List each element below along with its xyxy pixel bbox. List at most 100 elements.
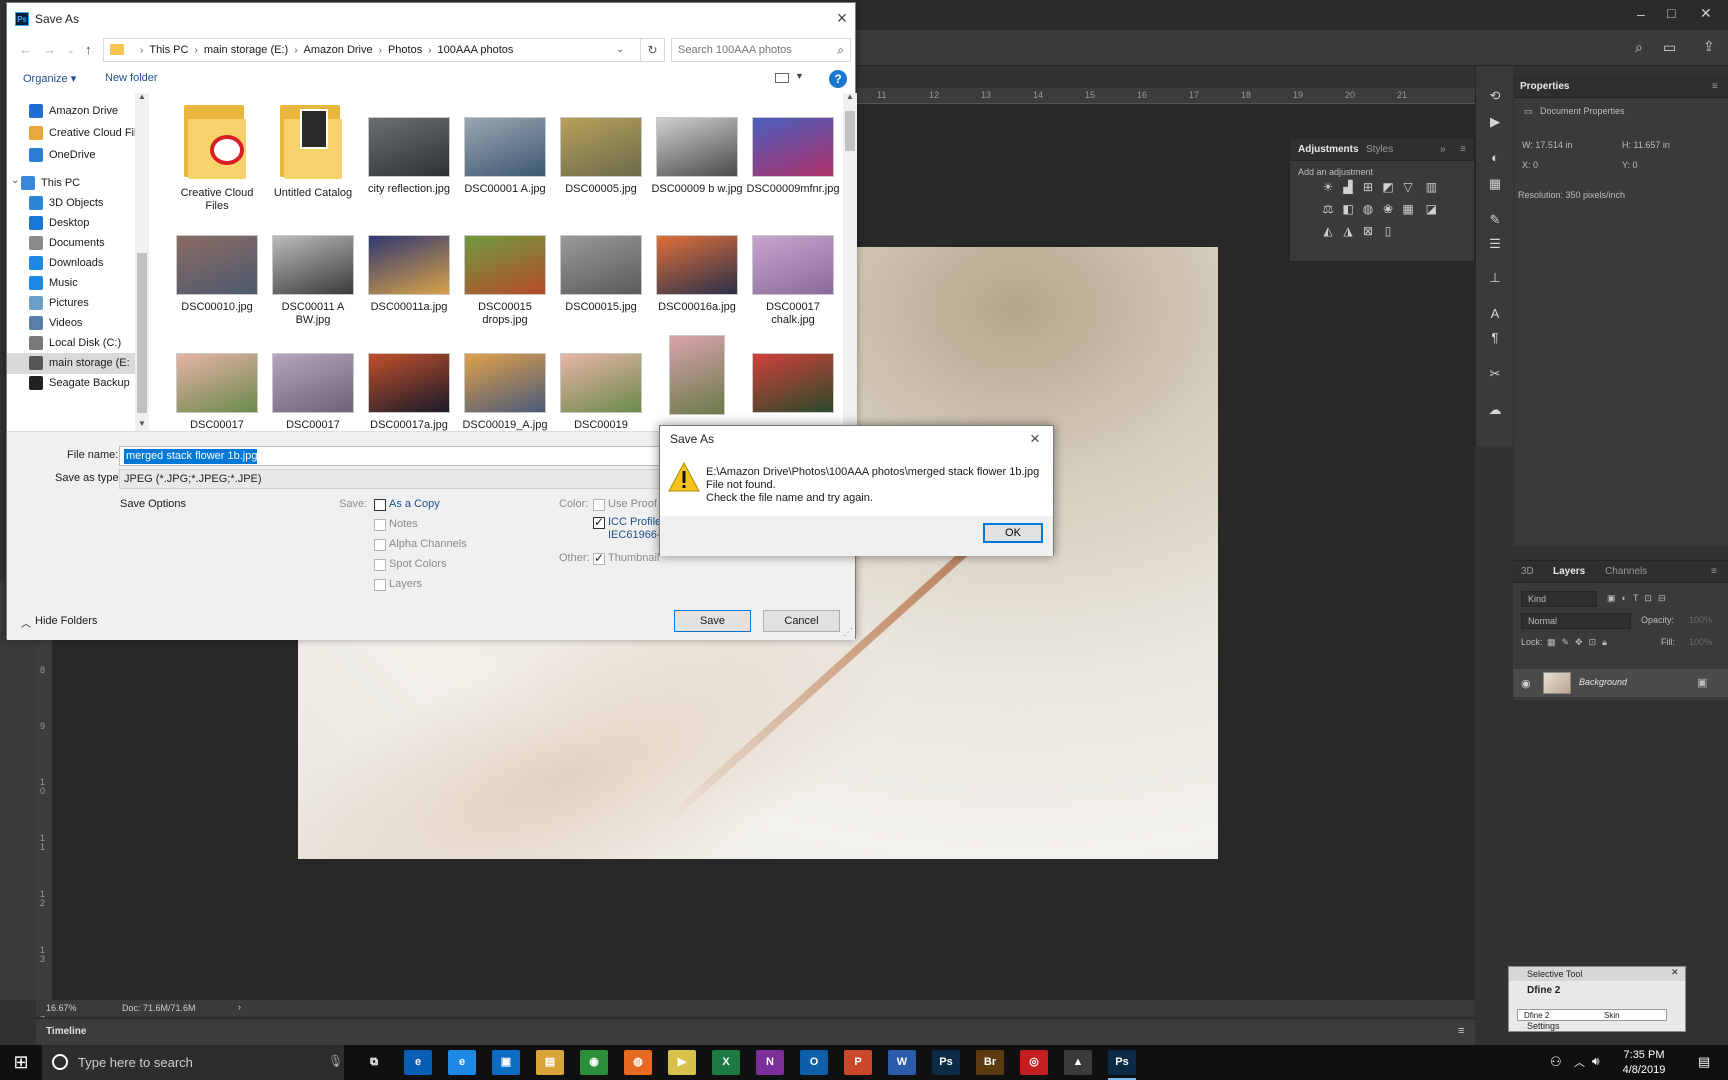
tab-styles[interactable]: Styles [1366, 144, 1393, 155]
menu-icon[interactable]: ≡ [1460, 144, 1466, 155]
volume-icon[interactable]: 🔊︎ [1592, 1054, 1600, 1069]
nav-item-pictures[interactable]: Pictures [7, 293, 135, 314]
up-arrow-icon[interactable]: ↑ [85, 42, 92, 57]
menu-icon[interactable]: ≡ [1712, 81, 1718, 92]
checkbox-alpha-channels[interactable] [374, 539, 386, 551]
search-input[interactable] [672, 39, 822, 61]
chevron-up-icon[interactable]: ︿ [1574, 1054, 1585, 1070]
save-button[interactable]: Save [674, 610, 751, 632]
nav-item-creative-cloud-fil[interactable]: Creative Cloud Fil [7, 123, 135, 144]
checkbox-as-a-copy[interactable] [374, 499, 386, 511]
scroll-down-icon[interactable]: ▼ [138, 419, 146, 428]
tab-adjustments[interactable]: Adjustments [1298, 144, 1359, 155]
exposure-icon[interactable]: ◩ [1379, 180, 1397, 196]
folder-item[interactable]: Untitled Catalog [265, 99, 361, 200]
breadcrumb-separator-icon[interactable]: › [428, 45, 431, 56]
y-value[interactable]: Y: 0 [1622, 160, 1638, 170]
x-value[interactable]: X: 0 [1522, 160, 1538, 170]
microphone-icon[interactable]: 🎙︎ [328, 1054, 343, 1068]
file-scrollbar[interactable]: ▲ [843, 92, 857, 431]
search-icon[interactable]: ⌕ [1635, 39, 1643, 56]
posterize-icon[interactable]: ◭ [1319, 224, 1337, 240]
dfine-item[interactable]: Dfine 2 [1527, 985, 1560, 996]
search-icon[interactable]: ⌕ [837, 43, 844, 58]
file-item[interactable]: DSC00011 A BW.jpg [265, 235, 361, 327]
layer-name[interactable]: Background [1579, 677, 1627, 687]
play-icon[interactable]: ▶ [1487, 114, 1503, 130]
height-value[interactable]: H: 11.657 in [1622, 140, 1670, 150]
nav-item-this-pc[interactable]: ⌄ This PC [7, 173, 135, 194]
swatches-icon[interactable]: ▦ [1487, 176, 1503, 192]
file-item[interactable]: DSC00001 A.jpg [457, 117, 553, 196]
breadcrumb-item[interactable]: main storage (E:) [204, 44, 288, 56]
file-item[interactable]: DSC00017 [169, 353, 265, 431]
breadcrumb-item[interactable]: Amazon Drive [304, 44, 373, 56]
brush-icon[interactable]: ✎ [1487, 212, 1503, 228]
lock-icons[interactable]: ▦✎✥⊡🔒︎ [1547, 637, 1613, 648]
scroll-thumb[interactable] [137, 253, 147, 413]
taskbar-app-icon[interactable]: Ps [932, 1050, 960, 1075]
nav-item-music[interactable]: Music [7, 273, 135, 294]
taskbar-app-icon[interactable]: ◎ [1020, 1050, 1048, 1075]
taskbar-app-icon[interactable]: ◉ [580, 1050, 608, 1075]
hue-icon[interactable]: ▥ [1422, 180, 1440, 196]
threshold-icon[interactable]: ◮ [1339, 224, 1357, 240]
close-icon[interactable]: × [833, 9, 851, 27]
layer-row-background[interactable]: ◉ Background ▣ [1513, 669, 1728, 697]
chevron-down-icon[interactable]: ⌄ [11, 175, 19, 186]
brightness-icon[interactable]: ☀ [1319, 180, 1337, 196]
opacity-value[interactable]: 100% [1689, 615, 1712, 625]
clock-time[interactable]: 7:35 PM [1614, 1049, 1674, 1061]
address-bar[interactable]: › This PC › main storage (E:) › Amazon Drive ›… [103, 38, 641, 62]
nav-item-amazon-drive[interactable]: Amazon Drive [7, 101, 135, 122]
ok-button[interactable]: OK [983, 523, 1043, 543]
tab-layers[interactable]: Layers [1553, 566, 1585, 577]
taskbar-app-icon[interactable]: e [404, 1050, 432, 1075]
taskbar-app-icon[interactable]: ▣ [492, 1050, 520, 1075]
nav-item-seagate-backup[interactable]: Seagate Backup [7, 373, 135, 394]
file-item[interactable]: DSC00017 [265, 353, 361, 431]
nav-item-onedrive[interactable]: OneDrive [7, 145, 135, 166]
blend-mode-select[interactable]: Normal [1521, 613, 1631, 629]
settings-button[interactable]: Settings [1527, 1021, 1560, 1031]
organize-button[interactable]: Organize ▾ [23, 72, 76, 85]
share-icon[interactable]: ⇪ [1703, 38, 1715, 55]
file-item[interactable]: DSC00019 [553, 353, 649, 431]
scroll-up-icon[interactable]: ▲ [846, 92, 854, 101]
nav-item-3d-objects[interactable]: 3D Objects [7, 193, 135, 214]
width-value[interactable]: W: 17.514 in [1522, 140, 1572, 150]
save-as-type-select[interactable]: JPEG (*.JPG;*.JPEG;*.JPE) [119, 469, 719, 489]
file-item[interactable]: city reflection.jpg [361, 117, 457, 196]
taskbar-app-icon[interactable]: ▤ [536, 1050, 564, 1075]
file-item[interactable]: DSC00019_A.jpg [457, 353, 553, 431]
chevron-up-icon[interactable]: ︿ [21, 615, 31, 630]
tab-properties[interactable]: Properties [1520, 81, 1569, 92]
checkbox-notes[interactable] [374, 519, 386, 531]
notifications-icon[interactable]: ▤ [1698, 1054, 1710, 1070]
scroll-thumb[interactable] [845, 111, 855, 151]
taskbar-app-icon[interactable]: Br [976, 1050, 1004, 1075]
paragraph-icon[interactable]: ¶ [1487, 330, 1503, 346]
taskbar-app-icon[interactable]: e [448, 1050, 476, 1075]
chevron-right-icon[interactable]: › [238, 1002, 241, 1012]
selective-color-icon[interactable]: ⊠ [1359, 224, 1377, 240]
file-item[interactable] [745, 353, 841, 413]
layer-kind-filter[interactable]: Kind [1521, 591, 1597, 607]
nav-item-documents[interactable]: Documents [7, 233, 135, 254]
chevron-down-icon[interactable]: ▼ [795, 71, 804, 81]
menu-icon[interactable]: ≡ [1458, 1025, 1464, 1037]
taskbar-app-icon[interactable]: W [888, 1050, 916, 1075]
file-name-input[interactable] [122, 448, 718, 464]
forward-arrow-icon[interactable]: → [43, 42, 56, 57]
breadcrumb-item[interactable]: This PC [149, 44, 188, 56]
new-folder-button[interactable]: New folder [105, 72, 158, 84]
color-icon[interactable]: ◐ [1487, 150, 1503, 166]
nav-item-downloads[interactable]: Downloads [7, 253, 135, 274]
levels-icon[interactable]: ▟ [1339, 180, 1357, 196]
sliders-icon[interactable]: ☰ [1487, 236, 1503, 252]
hide-folders-button[interactable]: Hide Folders [35, 615, 97, 627]
taskbar-app-icon[interactable]: ▶ [668, 1050, 696, 1075]
minimize-icon[interactable]: – [1637, 6, 1645, 22]
close-icon[interactable]: ✕ [1671, 967, 1679, 978]
menu-icon[interactable]: ≡ [1711, 566, 1717, 577]
